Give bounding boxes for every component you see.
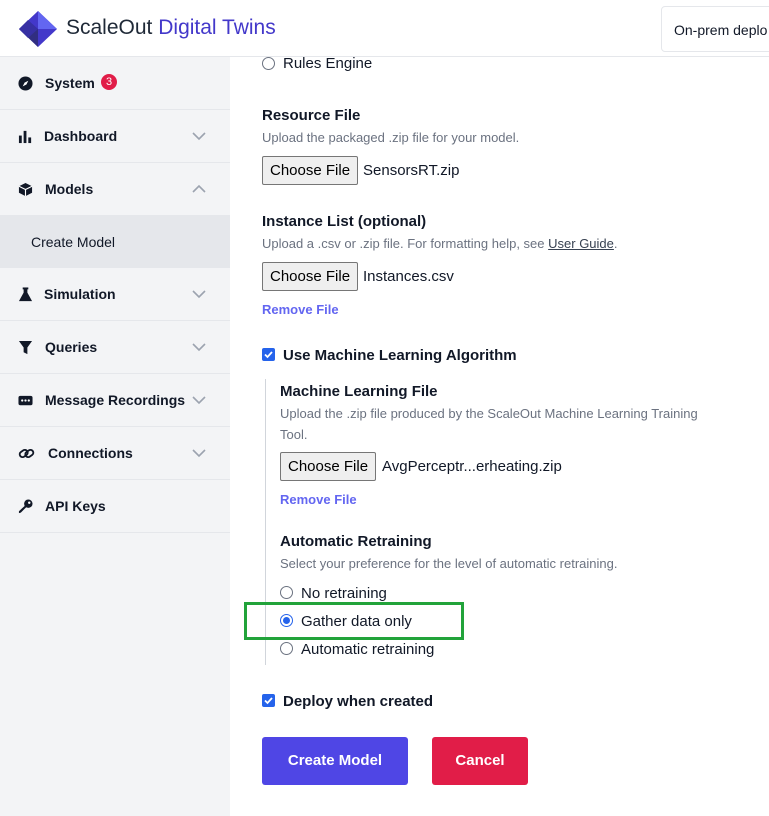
sidebar-item-label: Models — [45, 181, 94, 197]
ml-file-help-line1: Upload the .zip file produced by the Sca… — [280, 406, 698, 421]
sidebar-item-label: Simulation — [44, 286, 116, 302]
deployment-selector[interactable]: On-prem deplo — [661, 6, 769, 52]
retraining-help: Select your preference for the level of … — [280, 556, 618, 571]
user-guide-link[interactable]: User Guide — [548, 236, 614, 251]
gather-data-only-radio[interactable] — [280, 614, 293, 627]
use-ml-checkbox[interactable] — [262, 348, 275, 361]
ml-file-name: AvgPerceptr...erheating.zip — [382, 458, 562, 475]
sidebar-item-models[interactable]: Models — [0, 163, 230, 216]
instance-list-file-name: Instances.csv — [363, 268, 454, 285]
ml-file-label: Machine Learning File — [280, 383, 438, 400]
compass-icon — [18, 76, 33, 91]
logo-icon — [19, 11, 57, 47]
chevron-down-icon — [192, 290, 206, 299]
sidebar-subitem-create-model[interactable]: Create Model — [0, 215, 230, 268]
sidebar-item-simulation[interactable]: Simulation — [0, 268, 230, 321]
checkmark-icon — [264, 697, 273, 705]
sidebar-item-label: Queries — [45, 339, 98, 355]
sidebar-item-message-recordings[interactable]: Message Recordings — [0, 374, 230, 427]
gather-data-only-label: Gather data only — [301, 613, 412, 630]
rules-engine-radio[interactable] — [262, 57, 275, 70]
cube-icon — [18, 182, 33, 197]
filter-icon — [18, 340, 33, 355]
resource-file-name: SensorsRT.zip — [363, 162, 460, 179]
link-icon — [18, 448, 35, 459]
instance-list-help: Upload a .csv or .zip file. For formatti… — [262, 236, 618, 251]
automatic-retraining-radio[interactable] — [280, 642, 293, 655]
resource-file-help: Upload the packaged .zip file for your m… — [262, 130, 520, 145]
deploy-checkbox[interactable] — [262, 694, 275, 707]
ml-file-help-line2: Tool. — [280, 427, 308, 442]
no-retraining-radio[interactable] — [280, 586, 293, 599]
cancel-button[interactable]: Cancel — [432, 737, 528, 785]
sidebar-item-label: Create Model — [31, 234, 116, 250]
flask-icon — [18, 287, 33, 302]
sidebar-item-label: System — [45, 75, 95, 91]
sidebar: System 3 Dashboard Models Create Model S… — [0, 57, 230, 816]
resource-file-label: Resource File — [262, 107, 361, 124]
chevron-down-icon — [192, 396, 206, 405]
instance-list-choose-button[interactable]: Choose File — [262, 262, 359, 291]
sidebar-item-dashboard[interactable]: Dashboard — [0, 110, 230, 163]
sidebar-item-api-keys[interactable]: API Keys — [0, 480, 230, 533]
instance-list-remove-link[interactable]: Remove File — [262, 302, 339, 317]
sidebar-item-system[interactable]: System 3 — [0, 57, 230, 110]
ml-file-remove-link[interactable]: Remove File — [280, 492, 357, 507]
chevron-up-icon — [192, 184, 206, 193]
checkmark-icon — [264, 351, 273, 359]
message-icon — [18, 395, 33, 406]
key-icon — [18, 499, 33, 514]
retraining-label: Automatic Retraining — [280, 533, 432, 550]
deploy-label: Deploy when created — [283, 693, 434, 710]
sidebar-item-connections[interactable]: Connections — [0, 427, 230, 480]
chevron-down-icon — [192, 343, 206, 352]
sidebar-item-label: API Keys — [45, 498, 106, 514]
sidebar-item-label: Message Recordings — [45, 392, 186, 408]
chevron-down-icon — [192, 449, 206, 458]
create-model-form: Rules Engine Resource File Upload the pa… — [230, 55, 769, 816]
create-model-button[interactable]: Create Model — [262, 737, 408, 785]
rules-engine-label: Rules Engine — [283, 55, 373, 72]
use-ml-label: Use Machine Learning Algorithm — [283, 347, 517, 364]
sidebar-item-queries[interactable]: Queries — [0, 321, 230, 374]
no-retraining-label: No retraining — [301, 585, 387, 602]
automatic-retraining-label: Automatic retraining — [301, 641, 435, 658]
sidebar-item-label: Connections — [48, 445, 133, 461]
app-header: ScaleOut Digital Twins On-prem deplo — [0, 0, 769, 57]
bar-chart-icon — [18, 130, 32, 144]
instance-list-label: Instance List (optional) — [262, 213, 427, 230]
ml-file-choose-button[interactable]: Choose File — [280, 452, 377, 481]
sidebar-item-label: Dashboard — [44, 128, 118, 144]
notification-badge: 3 — [101, 74, 117, 90]
chevron-down-icon — [192, 132, 206, 141]
brand-title[interactable]: ScaleOut Digital Twins — [66, 16, 276, 40]
resource-file-choose-button[interactable]: Choose File — [262, 156, 359, 185]
